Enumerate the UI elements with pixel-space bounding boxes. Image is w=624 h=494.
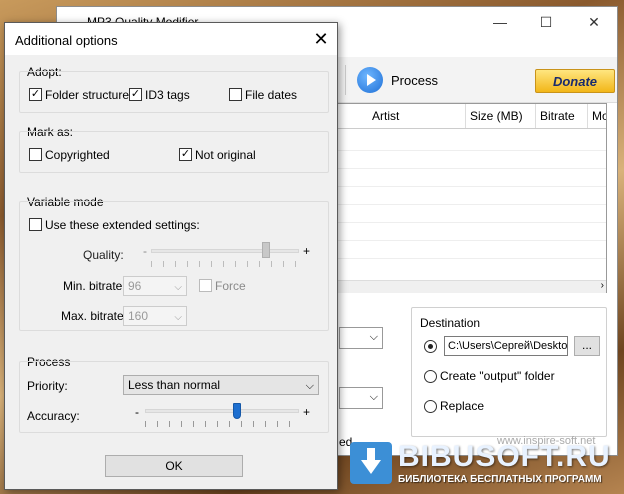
- chevron-down-icon: ⌵: [305, 380, 314, 392]
- row-line: [338, 222, 606, 223]
- not-original-label[interactable]: Not original: [195, 148, 256, 162]
- chevron-down-icon: ⌵: [369, 391, 378, 403]
- minimize-button[interactable]: —: [477, 7, 523, 37]
- mode-combo[interactable]: ⌵: [339, 387, 383, 409]
- header-divider: [338, 128, 606, 129]
- row-line: [338, 150, 606, 151]
- min-bitrate-value: 96: [128, 279, 142, 293]
- destination-group: Destination C:\Users\Сергей\Desktop ... …: [411, 307, 607, 437]
- row-line: [338, 186, 606, 187]
- quality-slider-track[interactable]: [151, 249, 299, 253]
- id3-tags-checkbox[interactable]: ✓: [129, 88, 142, 101]
- play-icon[interactable]: [357, 67, 383, 93]
- ok-button[interactable]: OK: [105, 455, 243, 477]
- checkmark-icon: ✓: [180, 148, 191, 160]
- quality-slider-thumb[interactable]: [262, 242, 271, 258]
- max-bitrate-value: 160: [128, 309, 149, 323]
- dialog-close-button[interactable]: ✕: [305, 25, 337, 53]
- scroll-right-icon[interactable]: ›: [601, 280, 604, 291]
- file-dates-checkbox[interactable]: [229, 88, 242, 101]
- destination-path-field[interactable]: C:\Users\Сергей\Desktop: [444, 336, 568, 356]
- watermark: BIBUSOFT.RU БИБЛИОТЕКА БЕСПЛАТНЫХ ПРОГРА…: [350, 440, 622, 492]
- row-line: [338, 240, 606, 241]
- toolbar-divider: [345, 65, 346, 95]
- priority-value: Less than normal: [128, 378, 221, 392]
- accuracy-slider-track[interactable]: [145, 409, 299, 413]
- replace-label[interactable]: Replace: [440, 399, 484, 413]
- column-header-size[interactable]: Size (MB): [466, 104, 536, 128]
- min-bitrate-combo[interactable]: 96 ⌵: [123, 276, 187, 296]
- file-dates-label[interactable]: File dates: [245, 88, 297, 102]
- column-header-mode[interactable]: Mo: [588, 104, 606, 128]
- checkmark-icon: ✓: [30, 88, 41, 100]
- donate-button[interactable]: Donate: [535, 69, 615, 93]
- horizontal-scrollbar[interactable]: ›: [338, 280, 606, 293]
- watermark-brand: BIBUSOFT.RU: [398, 440, 611, 473]
- copyrighted-label[interactable]: Copyrighted: [45, 148, 110, 162]
- accuracy-slider-thumb[interactable]: [233, 403, 242, 419]
- row-line: [338, 168, 606, 169]
- use-extended-settings-checkbox[interactable]: [29, 218, 42, 231]
- browse-button[interactable]: ...: [574, 336, 600, 356]
- destination-path-radio[interactable]: [424, 340, 437, 353]
- create-output-radio[interactable]: [424, 370, 437, 383]
- quality-plus: +: [303, 244, 311, 258]
- watermark-tagline: БИБЛИОТЕКА БЕСПЛАТНЫХ ПРОГРАММ: [398, 474, 602, 485]
- additional-options-dialog: Additional options ✕ Adopt: ✓ Folder str…: [4, 22, 338, 490]
- id3-tags-label[interactable]: ID3 tags: [145, 88, 190, 102]
- priority-combo[interactable]: Less than normal ⌵: [123, 375, 319, 395]
- force-label[interactable]: Force: [215, 279, 246, 293]
- close-icon: ✕: [313, 29, 329, 49]
- quality-label: Quality:: [83, 248, 124, 262]
- max-bitrate-combo[interactable]: 160 ⌵: [123, 306, 187, 326]
- chevron-down-icon: ⌵: [174, 282, 182, 293]
- use-extended-settings-label[interactable]: Use these extended settings:: [45, 218, 200, 232]
- not-original-checkbox[interactable]: ✓: [179, 148, 192, 161]
- row-line: [338, 204, 606, 205]
- min-bitrate-label: Min. bitrate:: [63, 279, 126, 293]
- quality-minus: -: [143, 244, 147, 258]
- dialog-title-bar: Additional options ✕: [5, 23, 337, 55]
- accuracy-ticks: [145, 421, 299, 427]
- column-header-artist[interactable]: Artist: [368, 104, 466, 128]
- folder-structure-checkbox[interactable]: ✓: [29, 88, 42, 101]
- download-icon: [350, 442, 392, 484]
- replace-radio[interactable]: [424, 400, 437, 413]
- accuracy-label: Accuracy:: [27, 409, 80, 423]
- accuracy-plus: +: [303, 405, 311, 419]
- chevron-down-icon: ⌵: [369, 331, 378, 343]
- file-list[interactable]: Artist Size (MB) Bitrate Mo ›: [337, 103, 607, 293]
- accuracy-minus: -: [135, 405, 139, 419]
- dialog-title: Additional options: [15, 33, 118, 48]
- checkmark-icon: ✓: [130, 88, 141, 100]
- priority-label: Priority:: [27, 379, 68, 393]
- destination-label: Destination: [420, 316, 481, 330]
- create-output-label[interactable]: Create "output" folder: [440, 369, 555, 383]
- chevron-down-icon: ⌵: [174, 312, 182, 323]
- max-bitrate-label: Max. bitrate:: [61, 309, 128, 323]
- folder-structure-label[interactable]: Folder structure: [45, 88, 129, 102]
- row-line: [338, 258, 606, 259]
- column-header-bitrate[interactable]: Bitrate: [536, 104, 588, 128]
- maximize-button[interactable]: ☐: [523, 7, 569, 37]
- format-combo[interactable]: ⌵: [339, 327, 383, 349]
- close-button[interactable]: ✕: [571, 7, 617, 37]
- process-button[interactable]: Process: [391, 73, 438, 88]
- quality-ticks: [151, 261, 299, 267]
- copyrighted-checkbox[interactable]: [29, 148, 42, 161]
- force-checkbox[interactable]: [199, 279, 212, 292]
